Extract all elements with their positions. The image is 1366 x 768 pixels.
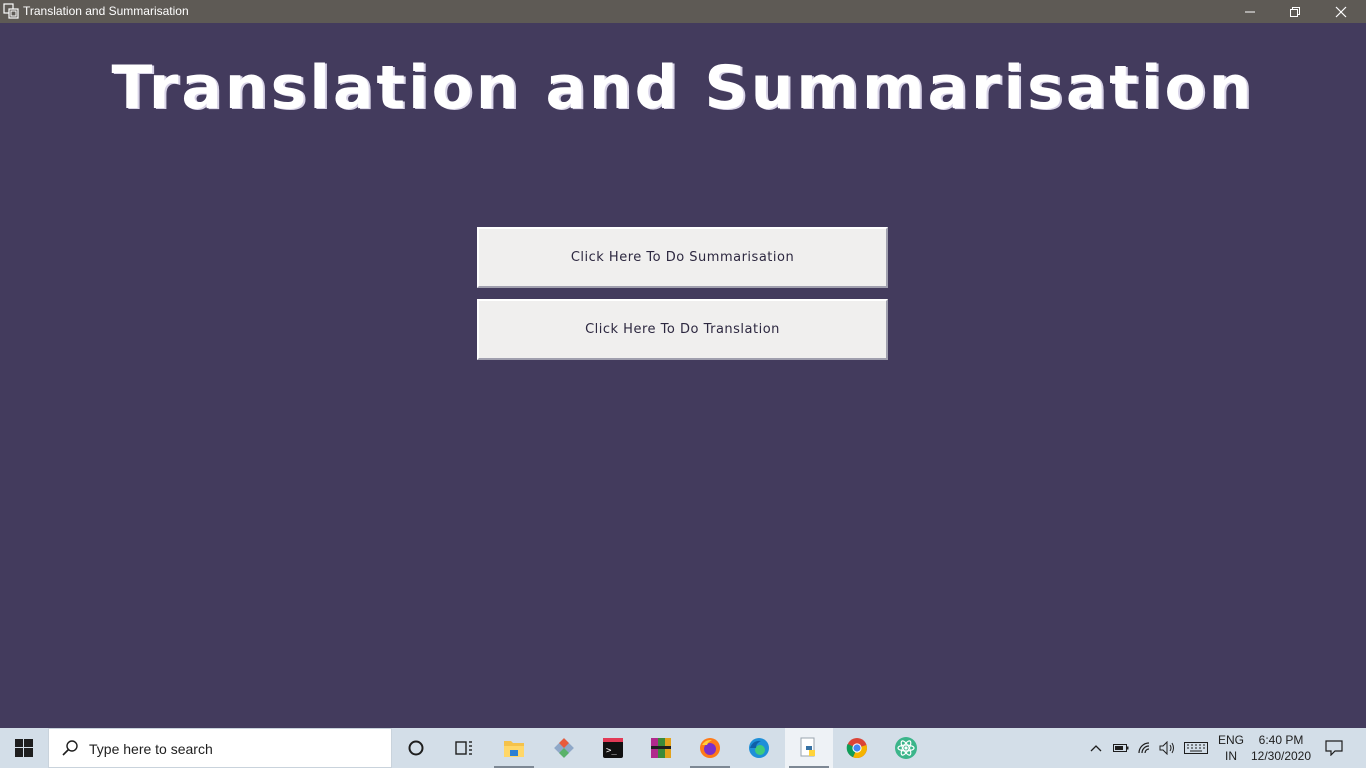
atom-button[interactable] [882, 728, 930, 768]
volume-button[interactable] [1157, 728, 1179, 768]
edge-icon [749, 738, 769, 758]
edge-button[interactable] [735, 728, 783, 768]
battery-button[interactable] [1110, 728, 1132, 768]
cortana-button[interactable] [392, 728, 440, 768]
python-icon [800, 737, 815, 757]
winrar-button[interactable] [637, 728, 685, 768]
clock-time: 6:40 PM [1258, 733, 1304, 747]
task-view-icon [455, 741, 472, 755]
language-region: IN [1225, 749, 1237, 763]
git-icon [554, 738, 574, 758]
close-button[interactable] [1318, 0, 1364, 23]
minimize-icon [1245, 11, 1255, 12]
clock[interactable]: 6:40 PM 12/30/2020 [1250, 732, 1312, 764]
notification-icon [1325, 740, 1343, 756]
svg-text:>_: >_ [606, 746, 617, 756]
notification-center-button[interactable] [1318, 728, 1350, 768]
minimize-button[interactable] [1227, 0, 1273, 23]
network-button[interactable] [1134, 728, 1156, 768]
summarisation-button[interactable]: Click Here To Do Summarisation [477, 227, 888, 288]
speaker-icon [1159, 741, 1174, 755]
search-placeholder: Type here to search [89, 741, 213, 757]
start-button[interactable] [0, 728, 48, 768]
keyboard-button[interactable] [1182, 728, 1210, 768]
keyboard-icon [1184, 742, 1208, 754]
window-titlebar[interactable]: Translation and Summarisation [0, 0, 1366, 23]
chrome-icon [846, 738, 867, 759]
clock-date: 12/30/2020 [1250, 749, 1312, 763]
cortana-icon [408, 740, 424, 756]
chevron-up-icon [1090, 745, 1102, 752]
battery-icon [1113, 744, 1129, 752]
git-button[interactable] [540, 728, 588, 768]
file-explorer-icon [504, 741, 524, 757]
search-icon [62, 740, 78, 756]
windows-icon [15, 739, 33, 757]
language-indicator[interactable]: ENG IN [1214, 732, 1248, 764]
file-explorer-button[interactable] [490, 728, 538, 768]
firefox-icon [700, 738, 720, 758]
terminal-icon: >_ [603, 738, 623, 758]
terminal-button[interactable]: >_ [589, 728, 637, 768]
wifi-icon [1138, 742, 1150, 754]
atom-icon [895, 737, 917, 759]
chrome-button[interactable] [833, 728, 881, 768]
taskbar: Type here to search >_ ENG IN 6:40 PM 12… [0, 728, 1366, 768]
winrar-icon [651, 738, 671, 758]
app-content: Translation and Summarisation Click Here… [0, 23, 1366, 728]
app-icon [3, 3, 19, 19]
taskbar-search[interactable]: Type here to search [48, 728, 392, 768]
page-title: Translation and Summarisation [111, 53, 1255, 123]
show-hidden-icons-button[interactable] [1086, 728, 1106, 768]
window-title: Translation and Summarisation [23, 4, 189, 18]
firefox-button[interactable] [686, 728, 734, 768]
language-code: ENG [1217, 733, 1244, 747]
translation-button[interactable]: Click Here To Do Translation [477, 299, 888, 360]
python-button[interactable] [785, 728, 833, 768]
close-icon [1335, 6, 1347, 17]
restore-icon [1290, 6, 1300, 17]
restore-button[interactable] [1272, 0, 1318, 23]
task-view-button[interactable] [440, 728, 488, 768]
